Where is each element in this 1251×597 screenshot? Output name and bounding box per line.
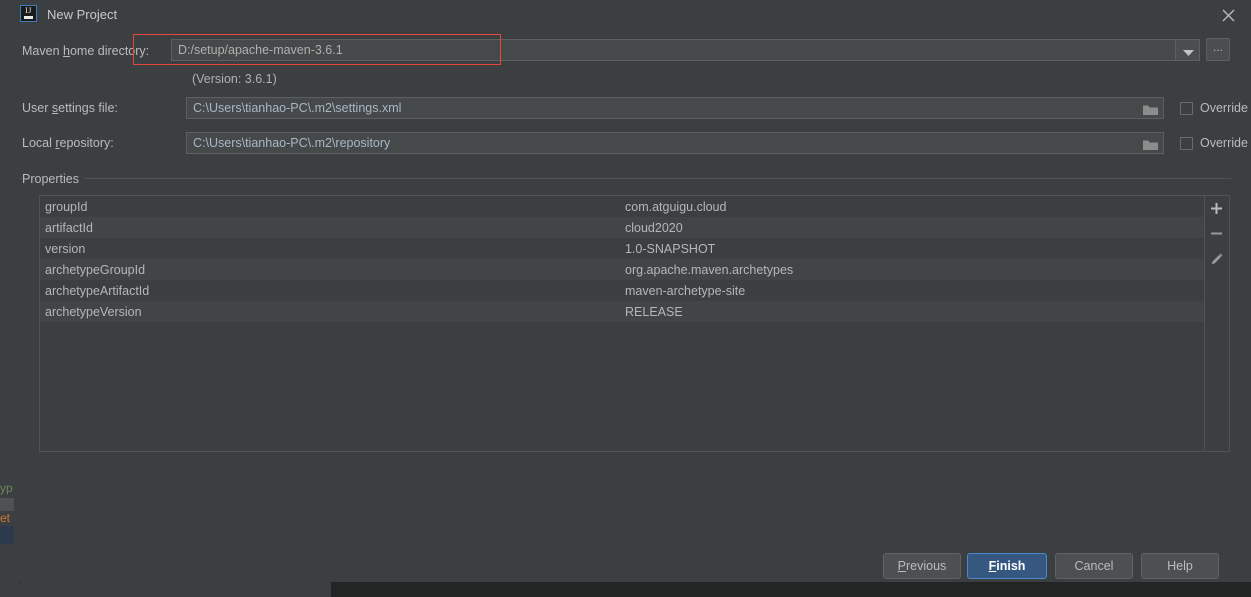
dialog-title-bar: IJ New Project <box>20 0 1251 30</box>
maven-version-note: (Version: 3.6.1) <box>192 72 277 86</box>
property-key-cell: archetypeVersion <box>45 304 142 319</box>
properties-section-divider <box>20 178 1231 179</box>
maven-home-directory-input[interactable]: D:/setup/apache-maven-3.6.1 <box>171 39 1200 61</box>
browse-maven-home-button[interactable]: ... <box>1206 38 1230 61</box>
property-key-cell: version <box>45 241 86 256</box>
dialog-footer: Previous Finish Cancel Help <box>20 553 1251 579</box>
property-value-cell: RELEASE <box>625 304 683 319</box>
table-row[interactable]: groupId com.atguigu.cloud <box>40 196 1206 217</box>
close-icon[interactable] <box>1205 0 1251 30</box>
ide-code-fragment-selection <box>0 526 14 544</box>
add-property-button[interactable] <box>1205 196 1229 221</box>
label-prefix: User <box>22 101 52 115</box>
ide-editor-left-edge: yp et <box>0 0 21 585</box>
ide-code-fragment-highlight <box>0 498 14 511</box>
properties-table[interactable]: groupId com.atguigu.cloud artifactId cloud2… <box>40 196 1206 322</box>
property-key-cell: archetypeArtifactId <box>45 283 150 298</box>
cancel-button[interactable]: Cancel <box>1055 553 1133 579</box>
label-suffix: epository: <box>59 136 114 150</box>
checkbox-box <box>1180 102 1193 115</box>
button-label-suffix: inish <box>996 559 1026 573</box>
table-row[interactable]: archetypeVersion RELEASE <box>40 301 1206 322</box>
properties-panel: groupId com.atguigu.cloud artifactId cloud2… <box>39 195 1230 452</box>
properties-toolbar <box>1204 196 1229 451</box>
property-value-cell: com.atguigu.cloud <box>625 199 727 214</box>
table-row[interactable]: archetypeArtifactId maven-archetype-site <box>40 280 1206 301</box>
label-suffix: ettings file: <box>58 101 118 115</box>
local-repository-label: Local repository: <box>22 135 114 151</box>
ide-code-fragment: yp <box>0 481 13 495</box>
property-value-cell: org.apache.maven.archetypes <box>625 262 794 277</box>
remove-property-button[interactable] <box>1205 221 1229 246</box>
help-button[interactable]: Help <box>1141 553 1219 579</box>
local-repository-override-label: Override <box>1200 136 1248 150</box>
user-settings-file-label: User settings file: <box>22 100 118 116</box>
maven-home-directory-label: Maven home directory: <box>22 43 149 59</box>
dialog-title: New Project <box>47 7 118 22</box>
folder-icon[interactable] <box>1137 97 1164 119</box>
local-repository-input[interactable]: C:\Users\tianhao-PC\.m2\repository <box>186 132 1164 154</box>
label-prefix: Local <box>22 136 56 150</box>
button-label-suffix: revious <box>906 559 947 573</box>
checkbox-box <box>1180 137 1193 150</box>
button-label-prefix: Help <box>1167 559 1193 573</box>
ide-code-fragment: et <box>0 511 11 525</box>
button-label-prefix: Cancel <box>1074 559 1114 573</box>
table-row[interactable]: version 1.0-SNAPSHOT <box>40 238 1206 259</box>
folder-icon[interactable] <box>1137 132 1164 154</box>
table-row[interactable]: archetypeGroupId org.apache.maven.archety… <box>40 259 1206 280</box>
ide-status-bar <box>0 585 331 597</box>
label-prefix: Maven <box>22 44 63 58</box>
chevron-down-icon[interactable] <box>1175 39 1200 61</box>
user-settings-file-input[interactable]: C:\Users\tianhao-PC\.m2\settings.xml <box>186 97 1164 119</box>
property-key-cell: artifactId <box>45 220 93 235</box>
table-row[interactable]: artifactId cloud2020 <box>40 217 1206 238</box>
edit-property-button[interactable] <box>1205 246 1229 271</box>
property-value-cell: maven-archetype-site <box>625 283 746 298</box>
property-value-cell: 1.0-SNAPSHOT <box>625 241 716 256</box>
finish-button[interactable]: Finish <box>967 553 1047 579</box>
button-label-mnemonic: P <box>897 559 907 573</box>
local-repository-override-checkbox[interactable]: Override <box>1180 136 1248 151</box>
new-project-dialog: IJ New Project Maven home directory: D:/… <box>20 0 1251 582</box>
user-settings-override-label: Override <box>1200 101 1248 115</box>
intellij-idea-logo-icon: IJ <box>20 5 37 22</box>
ide-desktop-area <box>331 582 1251 597</box>
property-value-cell: cloud2020 <box>625 220 683 235</box>
property-key-cell: groupId <box>45 199 88 214</box>
label-mnemonic: h <box>63 44 70 58</box>
label-suffix: ome directory: <box>69 44 150 58</box>
properties-section-title: Properties <box>22 171 85 187</box>
previous-button[interactable]: Previous <box>883 553 961 579</box>
user-settings-override-checkbox[interactable]: Override <box>1180 101 1248 116</box>
property-key-cell: archetypeGroupId <box>45 262 146 277</box>
